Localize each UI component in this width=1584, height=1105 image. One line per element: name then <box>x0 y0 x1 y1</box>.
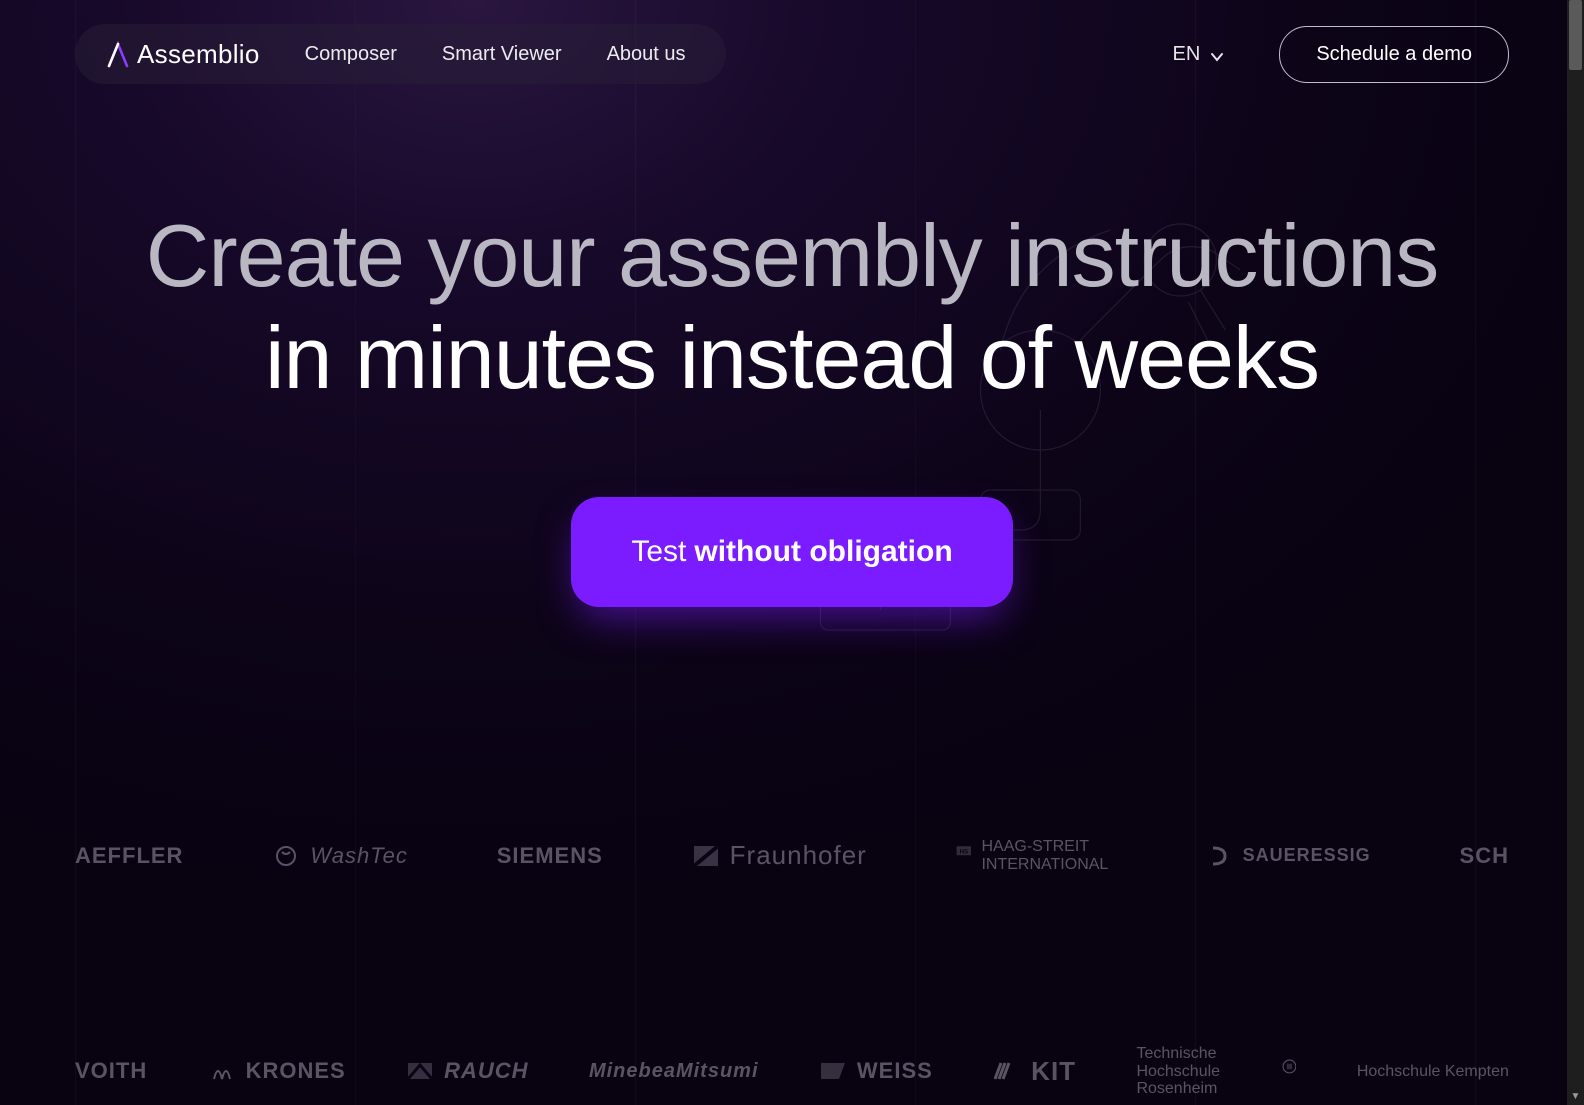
chevron-down-icon <box>1210 47 1224 61</box>
partner-logo: SIEMENS <box>497 843 603 869</box>
nav-links: Composer Smart Viewer About us <box>305 43 686 66</box>
partner-logo: AEFFLER <box>75 843 183 869</box>
hero-headline-line1: Create your assembly instructions <box>0 210 1584 302</box>
weiss-icon <box>819 1059 847 1083</box>
hero-headline-line2: in minutes instead of weeks <box>0 310 1584 407</box>
partner-logo: VOITH <box>75 1058 147 1084</box>
kit-icon <box>993 1059 1021 1083</box>
nav-link-composer[interactable]: Composer <box>305 43 397 66</box>
brand-name: Assemblio <box>137 39 260 70</box>
scrollbar[interactable]: ▲ ▼ <box>1567 0 1584 1105</box>
language-selector[interactable]: EN <box>1173 43 1225 66</box>
partner-logo: KIT <box>993 1056 1076 1087</box>
partner-logo: RAUCH <box>406 1058 528 1084</box>
partner-logo: Technische Hochschule Rosenheim <box>1136 1045 1296 1098</box>
washtec-icon <box>272 844 300 868</box>
partners-row-1: AEFFLER WashTec SIEMENS Fraunhofer HS HA… <box>0 838 1584 873</box>
rauch-icon <box>406 1059 434 1083</box>
schedule-demo-button[interactable]: Schedule a demo <box>1279 26 1509 83</box>
saueressig-icon <box>1205 844 1233 868</box>
hs-icon: HS <box>956 844 972 868</box>
partner-logo: MinebeaMitsumi <box>589 1060 759 1083</box>
partner-logo: HS HAAG-STREIT INTERNATIONAL <box>956 838 1116 873</box>
partner-logo: KRONES <box>208 1058 346 1084</box>
nav-link-about-us[interactable]: About us <box>607 43 686 66</box>
cta-test-button[interactable]: Test without obligation <box>571 497 1012 607</box>
brand-logo[interactable]: Assemblio <box>105 39 260 70</box>
cta-text-light: Test <box>631 535 686 569</box>
cta-text-bold: without obligation <box>694 535 952 569</box>
rosenheim-icon <box>1282 1059 1297 1083</box>
krones-icon <box>208 1059 236 1083</box>
nav-link-smart-viewer[interactable]: Smart Viewer <box>442 43 562 66</box>
nav-pill: Assemblio Composer Smart Viewer About us <box>75 24 726 84</box>
partner-logo: Hochschule Kempten <box>1357 1063 1509 1081</box>
fraunhofer-icon <box>692 844 720 868</box>
scroll-down-icon[interactable]: ▼ <box>1567 1088 1584 1105</box>
scroll-thumb[interactable] <box>1569 0 1582 70</box>
partners-row-2: VOITH KRONES RAUCH MinebeaMitsumi WEISS … <box>0 1045 1584 1098</box>
language-current: EN <box>1173 43 1201 66</box>
svg-text:HS: HS <box>959 848 968 855</box>
hero: Create your assembly instructions in min… <box>0 210 1584 607</box>
partner-logo: SAUERESSIG <box>1205 844 1371 868</box>
partner-logo: SCH <box>1460 843 1509 869</box>
header-right: EN Schedule a demo <box>1173 26 1509 83</box>
brand-logo-icon <box>105 40 131 68</box>
partner-logo: Fraunhofer <box>692 840 867 871</box>
partner-logo: WEISS <box>819 1058 933 1084</box>
partner-logo: WashTec <box>272 843 408 869</box>
header: Assemblio Composer Smart Viewer About us… <box>75 24 1509 84</box>
